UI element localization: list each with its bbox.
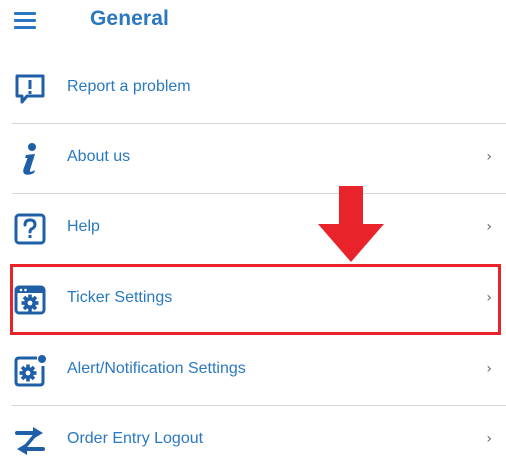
chevron-right-icon: ›: [486, 290, 492, 306]
down-arrow-icon: [318, 186, 384, 262]
header: General: [0, 0, 506, 46]
order-entry-logout-icon: [13, 424, 47, 458]
list-item-help[interactable]: Help ›: [0, 194, 506, 264]
list-item-alert-notification-settings[interactable]: Alert/Notification Settings ›: [0, 336, 506, 406]
hamburger-menu-icon[interactable]: [14, 12, 36, 30]
list-item-label: Report a problem: [67, 78, 191, 95]
page-title: General: [90, 7, 169, 30]
chevron-right-icon: ›: [486, 149, 492, 165]
chevron-right-icon: ›: [486, 431, 492, 447]
settings-screen: General Report a problem About us › Help…: [0, 0, 506, 475]
ticker-settings-icon: [13, 283, 47, 317]
chevron-right-icon: ›: [486, 219, 492, 235]
list-item-label: About us: [67, 148, 131, 165]
report-problem-icon: [13, 72, 47, 106]
alert-notification-settings-icon: [13, 354, 47, 388]
list-item-label: Ticker Settings: [67, 289, 173, 306]
chevron-right-icon: ›: [486, 361, 492, 377]
list-item-report-a-problem[interactable]: Report a problem: [0, 54, 506, 124]
list-item-about-us[interactable]: About us ›: [0, 124, 506, 194]
list-item-label: Alert/Notification Settings: [67, 360, 246, 377]
list-item-order-entry-logout[interactable]: Order Entry Logout ›: [0, 406, 506, 475]
list-item-label: Order Entry Logout: [67, 430, 204, 447]
help-icon: [13, 212, 47, 246]
list-item-ticker-settings[interactable]: Ticker Settings ›: [0, 265, 506, 335]
info-icon: [13, 142, 47, 176]
list-item-label: Help: [67, 218, 100, 235]
